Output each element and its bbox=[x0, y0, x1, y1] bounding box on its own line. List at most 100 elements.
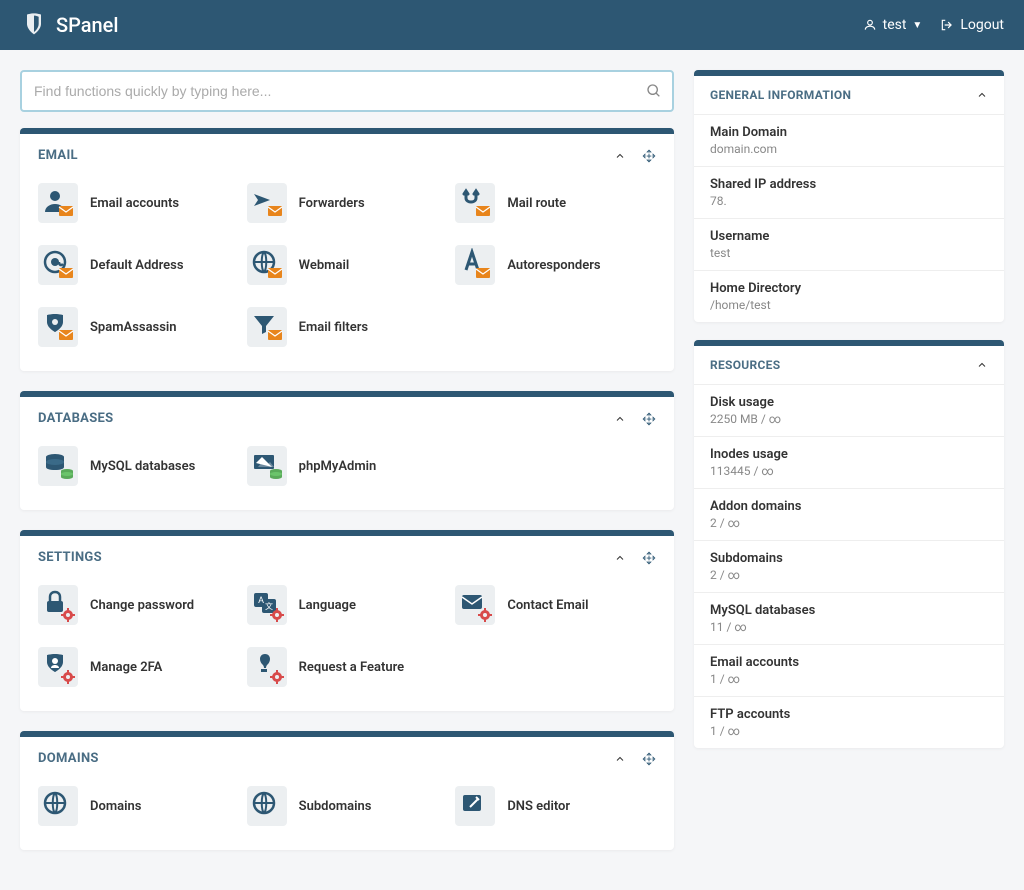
mail-route-icon bbox=[455, 183, 495, 223]
webmail-icon bbox=[247, 245, 287, 285]
contact-email-icon bbox=[455, 585, 495, 625]
brand: SPanel bbox=[20, 11, 119, 39]
move-icon bbox=[642, 551, 656, 565]
item-label: Subdomains bbox=[299, 799, 372, 814]
panel-databases: DATABASES MySQL databases phpMyAdmin bbox=[20, 391, 674, 510]
res-disk: Disk usage2250 MB / ∞ bbox=[694, 384, 1004, 436]
item-request-feature[interactable]: Request a Feature bbox=[247, 641, 448, 693]
item-dns-editor[interactable]: DNS editor bbox=[455, 780, 656, 832]
item-language[interactable]: A文Language bbox=[247, 579, 448, 631]
dns-icon bbox=[455, 786, 495, 826]
panel-resources: RESOURCES Disk usage2250 MB / ∞ Inodes u… bbox=[694, 340, 1004, 748]
item-webmail[interactable]: Webmail bbox=[247, 239, 448, 291]
logo-icon bbox=[20, 11, 48, 39]
item-label: Email accounts bbox=[90, 196, 179, 211]
password-icon bbox=[38, 585, 78, 625]
item-mail-route[interactable]: Mail route bbox=[455, 177, 656, 229]
collapse-toggle[interactable] bbox=[614, 552, 626, 564]
logout-icon bbox=[940, 18, 954, 32]
logout-link[interactable]: Logout bbox=[940, 17, 1004, 33]
chevron-up-icon bbox=[976, 359, 988, 371]
item-mysql-databases[interactable]: MySQL databases bbox=[38, 440, 239, 492]
item-label: DNS editor bbox=[507, 799, 570, 814]
info-home-dir: Home Directory/home/test bbox=[694, 270, 1004, 322]
item-label: Autoresponders bbox=[507, 258, 600, 273]
info-shared-ip: Shared IP address78. bbox=[694, 166, 1004, 218]
panel-general-info: GENERAL INFORMATION Main Domaindomain.co… bbox=[694, 70, 1004, 322]
phpmyadmin-icon bbox=[247, 446, 287, 486]
item-label: Domains bbox=[90, 799, 141, 814]
item-label: Webmail bbox=[299, 258, 350, 273]
collapse-toggle[interactable] bbox=[614, 150, 626, 162]
item-domains[interactable]: Domains bbox=[38, 780, 239, 832]
chevron-up-icon bbox=[614, 413, 626, 425]
res-addon: Addon domains2 / ∞ bbox=[694, 488, 1004, 540]
forwarders-icon bbox=[247, 183, 287, 223]
panel-email: EMAIL Email accounts Forwarders Mail rou… bbox=[20, 128, 674, 371]
chevron-up-icon bbox=[976, 89, 988, 101]
chevron-up-icon bbox=[614, 150, 626, 162]
res-email: Email accounts1 / ∞ bbox=[694, 644, 1004, 696]
item-label: Default Address bbox=[90, 258, 184, 273]
item-label: Manage 2FA bbox=[90, 660, 162, 675]
svg-text:A: A bbox=[258, 596, 264, 606]
default-address-icon bbox=[38, 245, 78, 285]
item-autoresponders[interactable]: Autoresponders bbox=[455, 239, 656, 291]
item-label: Contact Email bbox=[507, 598, 588, 613]
search-input[interactable] bbox=[20, 70, 674, 112]
mysql-icon bbox=[38, 446, 78, 486]
user-icon bbox=[863, 18, 877, 32]
move-icon bbox=[642, 412, 656, 426]
collapse-toggle[interactable] bbox=[614, 753, 626, 765]
autoresponders-icon bbox=[455, 245, 495, 285]
panel-domains: DOMAINS Domains Subdomains DNS editor bbox=[20, 731, 674, 850]
item-default-address[interactable]: Default Address bbox=[38, 239, 239, 291]
item-label: MySQL databases bbox=[90, 459, 195, 474]
collapse-toggle[interactable] bbox=[976, 89, 988, 101]
side-title-general: GENERAL INFORMATION bbox=[710, 88, 851, 102]
item-label: Request a Feature bbox=[299, 660, 405, 675]
item-email-accounts[interactable]: Email accounts bbox=[38, 177, 239, 229]
item-subdomains[interactable]: Subdomains bbox=[247, 780, 448, 832]
email-filters-icon bbox=[247, 307, 287, 347]
domains-icon bbox=[38, 786, 78, 826]
info-username: Usernametest bbox=[694, 218, 1004, 270]
move-handle[interactable] bbox=[642, 551, 656, 565]
move-handle[interactable] bbox=[642, 149, 656, 163]
move-icon bbox=[642, 752, 656, 766]
panel-settings: SETTINGS Change password A文Language Cont… bbox=[20, 530, 674, 711]
panel-title-databases: DATABASES bbox=[38, 411, 113, 426]
item-label: Email filters bbox=[299, 320, 368, 335]
header-right: test ▼ Logout bbox=[863, 17, 1004, 33]
email-accounts-icon bbox=[38, 183, 78, 223]
collapse-toggle[interactable] bbox=[976, 359, 988, 371]
move-handle[interactable] bbox=[642, 752, 656, 766]
collapse-toggle[interactable] bbox=[614, 413, 626, 425]
item-label: SpamAssassin bbox=[90, 320, 177, 335]
item-label: Change password bbox=[90, 598, 194, 613]
search-icon bbox=[646, 83, 662, 99]
user-menu[interactable]: test ▼ bbox=[863, 17, 923, 33]
panel-title-domains: DOMAINS bbox=[38, 751, 99, 766]
side-title-resources: RESOURCES bbox=[710, 358, 780, 372]
item-label: Forwarders bbox=[299, 196, 365, 211]
move-handle[interactable] bbox=[642, 412, 656, 426]
panel-title-settings: SETTINGS bbox=[38, 550, 102, 565]
item-forwarders[interactable]: Forwarders bbox=[247, 177, 448, 229]
item-email-filters[interactable]: Email filters bbox=[247, 301, 448, 353]
subdomains-icon bbox=[247, 786, 287, 826]
search-wrap bbox=[20, 70, 674, 112]
spamassassin-icon bbox=[38, 307, 78, 347]
info-main-domain: Main Domaindomain.com bbox=[694, 114, 1004, 166]
item-manage-2fa[interactable]: Manage 2FA bbox=[38, 641, 239, 693]
item-spamassassin[interactable]: SpamAssassin bbox=[38, 301, 239, 353]
chevron-down-icon: ▼ bbox=[912, 20, 922, 31]
panel-title-email: EMAIL bbox=[38, 148, 78, 163]
item-change-password[interactable]: Change password bbox=[38, 579, 239, 631]
res-ftp: FTP accounts1 / ∞ bbox=[694, 696, 1004, 748]
chevron-up-icon bbox=[614, 753, 626, 765]
app-header: SPanel test ▼ Logout bbox=[0, 0, 1024, 50]
svg-text:文: 文 bbox=[265, 601, 273, 611]
item-contact-email[interactable]: Contact Email bbox=[455, 579, 656, 631]
item-phpmyadmin[interactable]: phpMyAdmin bbox=[247, 440, 448, 492]
